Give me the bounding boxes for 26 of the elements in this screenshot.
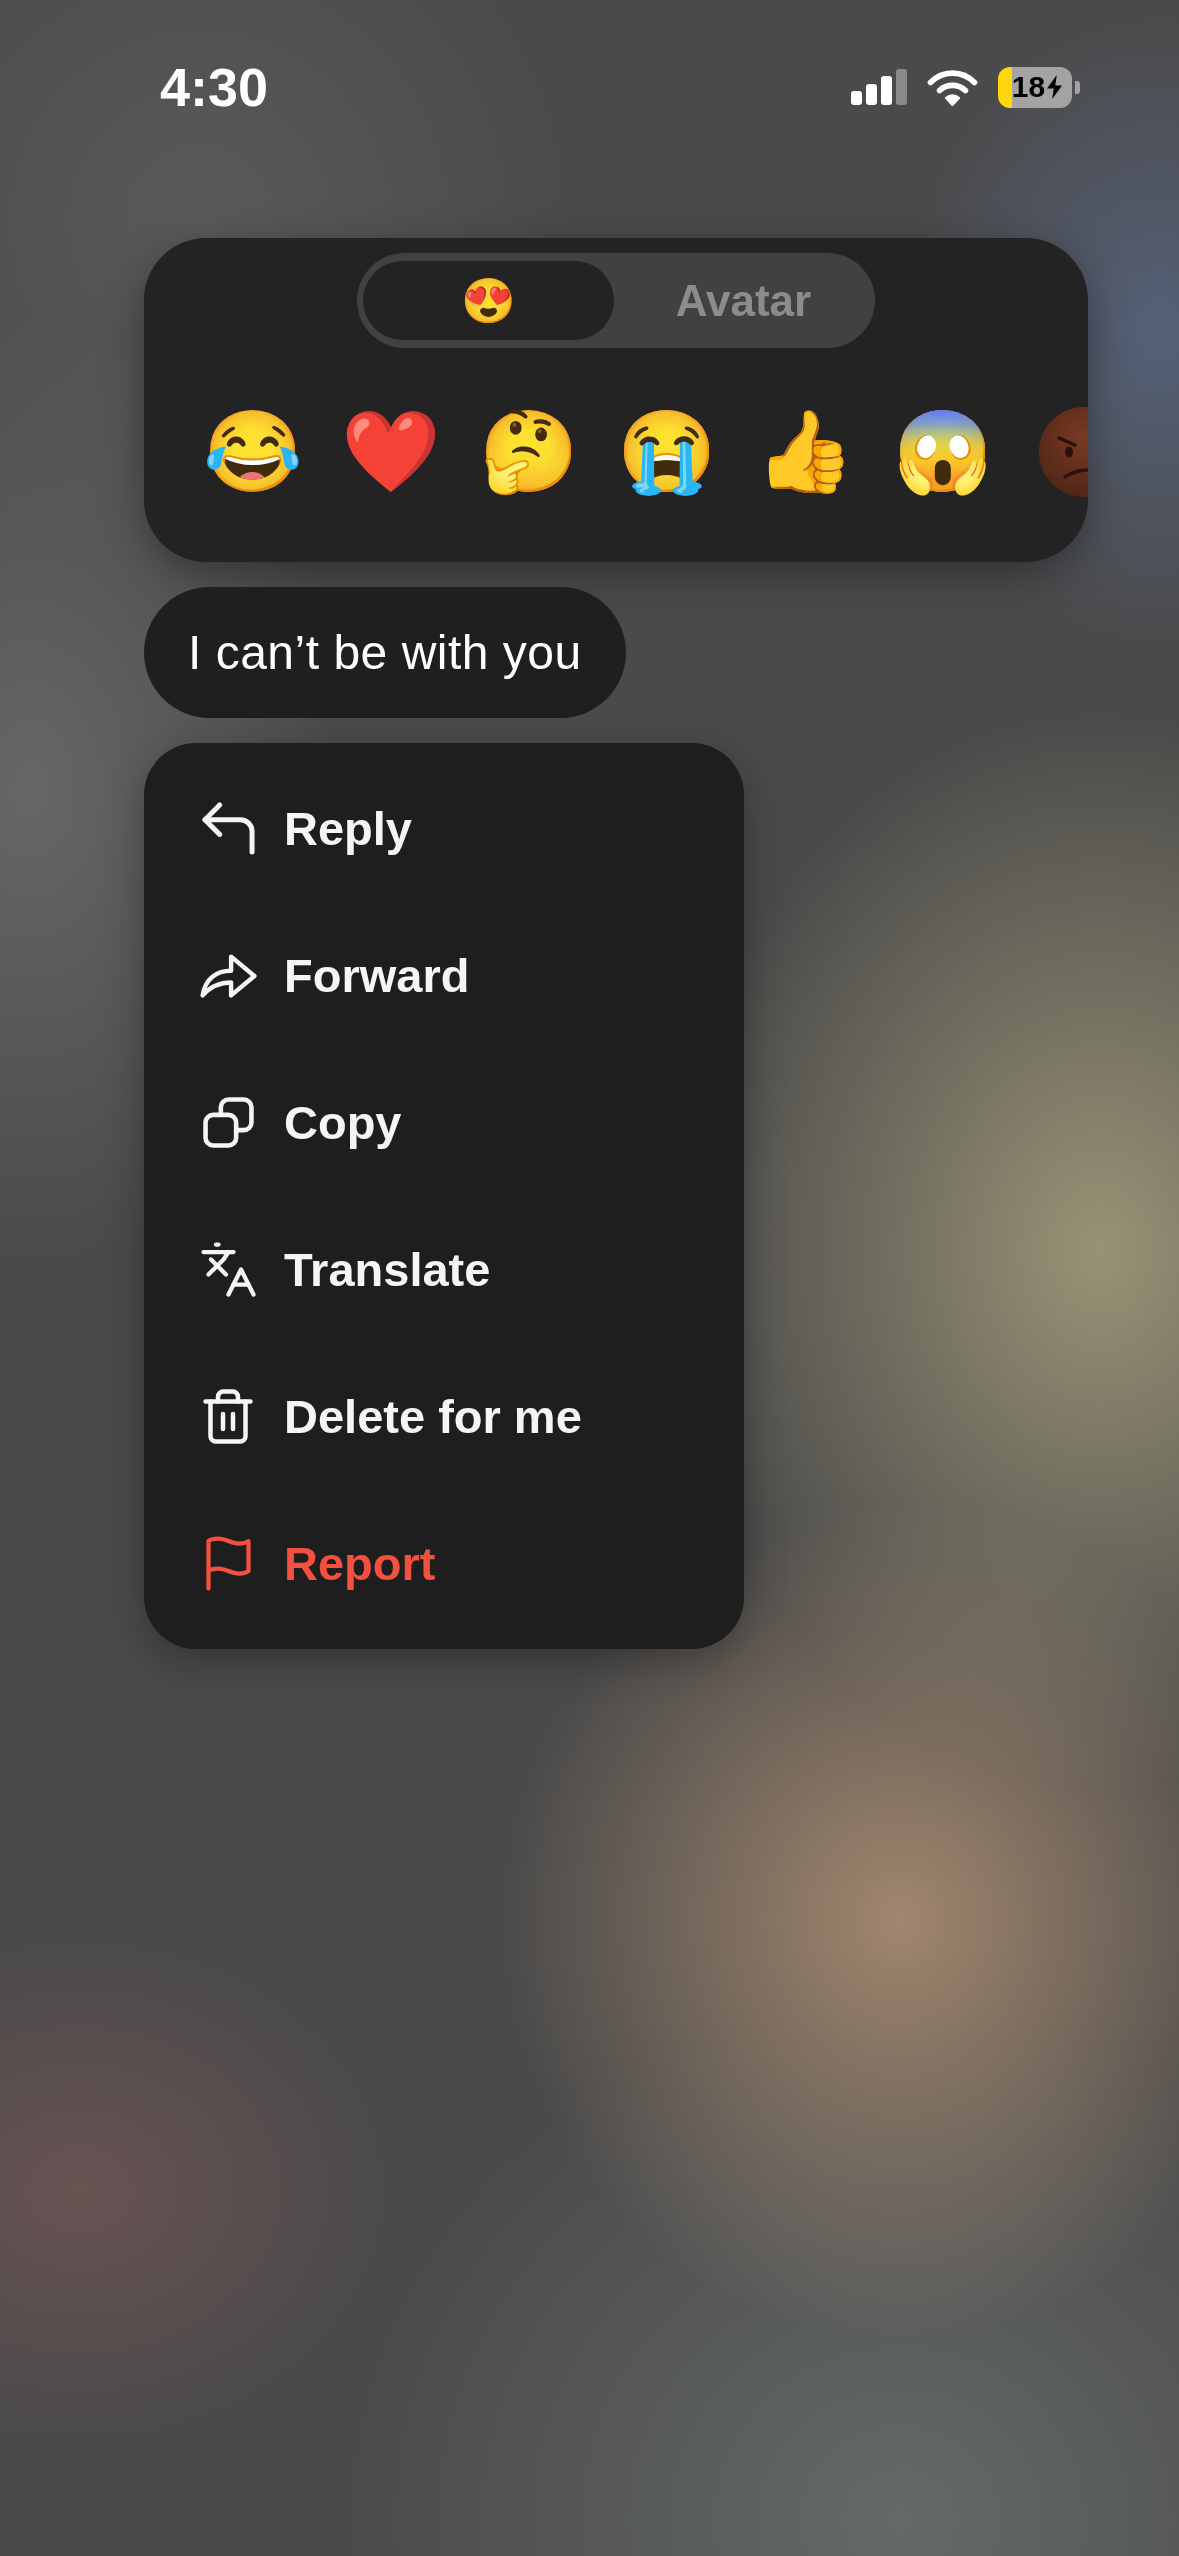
menu-item[interactable]: Forward — [144, 902, 744, 1049]
battery-percentage: 18 — [1011, 72, 1046, 102]
reaction-button[interactable]: 👍 — [736, 400, 874, 504]
forward-arrow-icon — [199, 953, 257, 998]
trash-icon — [203, 1389, 253, 1444]
menu-item[interactable]: Delete for me — [144, 1343, 744, 1490]
reaction-button[interactable]: 😂 — [184, 400, 322, 504]
reaction-button[interactable]: ❤ — [322, 400, 460, 504]
signal-icon — [851, 69, 907, 105]
status-time: 4:30 — [160, 60, 269, 114]
angry-face-icon — [1037, 407, 1088, 497]
translate-icon — [200, 1242, 256, 1297]
menu-item[interactable]: Translate — [144, 1196, 744, 1343]
wifi-icon — [927, 68, 978, 106]
message-text: I can’t be with you — [188, 628, 582, 677]
charging-bolt-icon — [1047, 75, 1063, 99]
flag-icon — [205, 1536, 251, 1591]
reaction-button[interactable]: 🤔 — [460, 400, 598, 504]
battery-cap — [1075, 80, 1080, 94]
picker-tab[interactable]: 😍 — [363, 261, 614, 340]
menu-item[interactable]: Report — [144, 1490, 744, 1637]
menu-item[interactable]: Reply — [144, 755, 744, 902]
menu-item[interactable]: Copy — [144, 1049, 744, 1196]
copy-icon — [202, 1097, 254, 1148]
reaction-button[interactable]: 😱 — [874, 400, 1012, 504]
reaction-button[interactable]: 😭 — [598, 400, 736, 504]
